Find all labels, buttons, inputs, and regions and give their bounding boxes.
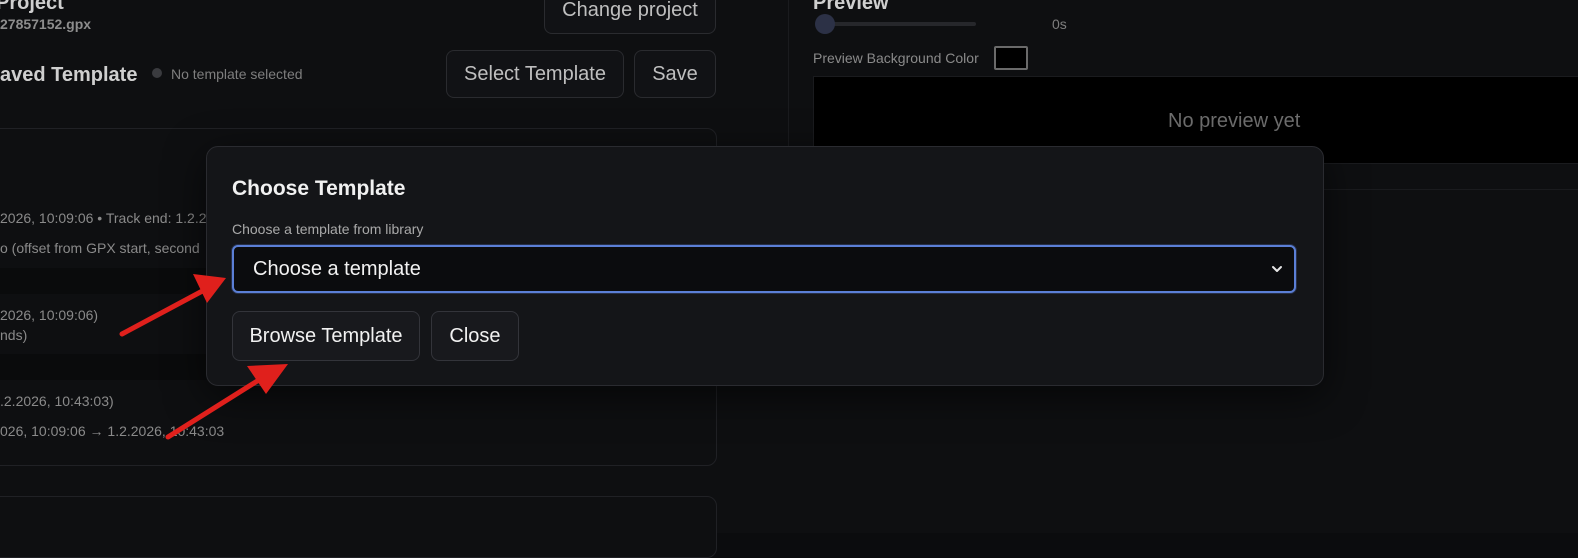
preview-bg-color-picker[interactable]: [994, 46, 1028, 70]
secondary-card: [0, 496, 717, 558]
template-field-label: Choose a template from library: [232, 221, 424, 237]
start-time-text: 2026, 10:09:06): [0, 307, 99, 323]
select-template-button[interactable]: Select Template: [446, 50, 624, 98]
dialog-title: Choose Template: [232, 177, 406, 200]
template-select-value: Choose a template: [253, 257, 421, 280]
saved-template-label: aved Template: [0, 64, 138, 86]
project-title: Project: [0, 0, 64, 14]
template-select[interactable]: Choose a template: [232, 245, 1296, 293]
preview-time-slider[interactable]: [820, 22, 976, 26]
preview-empty-text: No preview yet: [1168, 110, 1301, 132]
chevron-down-icon: [1272, 266, 1282, 272]
close-button[interactable]: Close: [431, 311, 519, 361]
template-status-dot: [152, 68, 162, 78]
choose-template-dialog: Choose Template Choose a template from l…: [206, 146, 1324, 386]
slider-handle[interactable]: [815, 14, 835, 34]
save-button[interactable]: Save: [634, 50, 716, 98]
project-file-name: 27857152.gpx: [0, 16, 92, 32]
preview-time-label: 0s: [1052, 16, 1067, 32]
preview-bg-color-label: Preview Background Color: [813, 50, 979, 66]
preview-title: Preview: [813, 0, 889, 14]
offset-hint-text: o (offset from GPX start, second: [0, 240, 200, 256]
track-range-text: 2026, 10:09:06 • Track end: 1.2.2: [0, 210, 207, 226]
template-status-text: No template selected: [171, 66, 303, 82]
end-time-text: .2.2026, 10:43:03): [0, 393, 114, 409]
change-project-button[interactable]: Change project: [544, 0, 716, 34]
browse-template-button[interactable]: Browse Template: [232, 311, 420, 361]
start-offset-text: nds): [0, 327, 28, 343]
time-range-text: 026, 10:09:06 → 1.2.2026, 10:43:03: [0, 423, 225, 439]
